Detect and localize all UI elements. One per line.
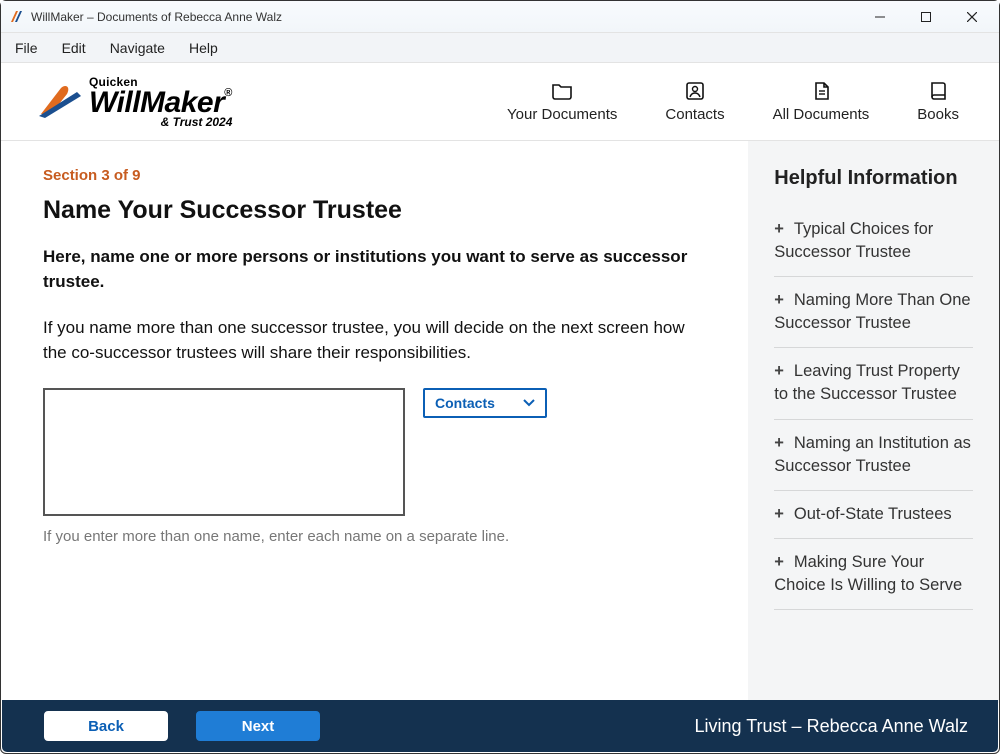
- menu-edit[interactable]: Edit: [62, 40, 86, 56]
- successor-trustee-input[interactable]: [43, 388, 405, 516]
- footer-document-title: Living Trust – Rebecca Anne Walz: [695, 716, 968, 737]
- nav-books[interactable]: Books: [917, 80, 959, 123]
- window-titlebar: WillMaker – Documents of Rebecca Anne Wa…: [1, 1, 999, 33]
- instruction-text: If you name more than one successor trus…: [43, 316, 710, 365]
- window-maximize-button[interactable]: [903, 1, 949, 33]
- menu-help[interactable]: Help: [189, 40, 218, 56]
- menu-file[interactable]: File: [15, 40, 38, 56]
- documents-icon: [810, 80, 832, 102]
- minimize-icon: [875, 12, 885, 22]
- window-minimize-button[interactable]: [857, 1, 903, 33]
- help-item-willing-to-serve[interactable]: +Making Sure Your Choice Is Willing to S…: [774, 539, 973, 610]
- nav-contacts[interactable]: Contacts: [665, 80, 724, 123]
- back-button-label: Back: [88, 718, 124, 735]
- input-hint: If you enter more than one name, enter e…: [43, 528, 710, 545]
- help-item-label: Typical Choices for Successor Trustee: [774, 220, 933, 261]
- nav-your-documents[interactable]: Your Documents: [507, 80, 617, 123]
- footer-bar: Back Next Living Trust – Rebecca Anne Wa…: [2, 700, 998, 752]
- book-icon: [927, 80, 949, 102]
- window-title: WillMaker – Documents of Rebecca Anne Wa…: [31, 10, 282, 24]
- nav-label: Your Documents: [507, 106, 617, 123]
- chevron-down-icon: [523, 399, 535, 407]
- menu-navigate[interactable]: Navigate: [110, 40, 165, 56]
- next-button-label: Next: [242, 718, 275, 735]
- help-item-out-of-state[interactable]: + Out-of-State Trustees: [774, 491, 973, 539]
- close-icon: [967, 12, 977, 22]
- section-indicator: Section 3 of 9: [43, 167, 710, 184]
- plus-icon: +: [774, 505, 784, 523]
- plus-icon: +: [774, 291, 784, 309]
- folder-icon: [551, 80, 573, 102]
- main-panel: Section 3 of 9 Name Your Successor Trust…: [1, 141, 748, 703]
- help-item-more-than-one[interactable]: +Naming More Than One Successor Trustee: [774, 277, 973, 348]
- plus-icon: +: [774, 434, 784, 452]
- plus-icon: +: [774, 362, 784, 380]
- nav-all-documents[interactable]: All Documents: [773, 80, 870, 123]
- next-button[interactable]: Next: [196, 711, 320, 741]
- contacts-dropdown-label: Contacts: [435, 395, 495, 411]
- help-item-label: Leaving Trust Property to the Successor …: [774, 362, 960, 403]
- nav-label: Contacts: [665, 106, 724, 123]
- help-title: Helpful Information: [774, 167, 973, 190]
- content-area: Section 3 of 9 Name Your Successor Trust…: [1, 141, 999, 703]
- help-item-institution[interactable]: +Naming an Institution as Successor Trus…: [774, 420, 973, 491]
- contacts-dropdown[interactable]: Contacts: [423, 388, 547, 418]
- nav-label: All Documents: [773, 106, 870, 123]
- instruction-bold: Here, name one or more persons or instit…: [43, 245, 710, 294]
- window-close-button[interactable]: [949, 1, 995, 33]
- logo-product-text: WillMaker: [89, 88, 224, 118]
- help-item-leaving-property[interactable]: +Leaving Trust Property to the Successor…: [774, 348, 973, 419]
- menubar: File Edit Navigate Help: [1, 33, 999, 63]
- quill-icon: [37, 82, 83, 122]
- help-item-label: Naming More Than One Successor Trustee: [774, 291, 970, 332]
- app-logo: Quicken WillMaker® & Trust 2024: [37, 76, 232, 128]
- maximize-icon: [921, 12, 931, 22]
- help-item-typical-choices[interactable]: +Typical Choices for Successor Trustee: [774, 206, 973, 277]
- help-item-label: Naming an Institution as Successor Trust…: [774, 434, 971, 475]
- help-panel: Helpful Information +Typical Choices for…: [748, 141, 999, 703]
- back-button[interactable]: Back: [44, 711, 168, 741]
- nav-label: Books: [917, 106, 959, 123]
- header-toolbar: Quicken WillMaker® & Trust 2024 Your Doc…: [1, 63, 999, 141]
- help-item-label: Making Sure Your Choice Is Willing to Se…: [774, 553, 962, 594]
- logo-registered-mark: ®: [224, 87, 232, 99]
- help-item-label: Out-of-State Trustees: [794, 505, 952, 523]
- plus-icon: +: [774, 220, 784, 238]
- plus-icon: +: [774, 553, 784, 571]
- page-title: Name Your Successor Trustee: [43, 196, 710, 225]
- app-icon: [9, 9, 25, 25]
- contacts-icon: [684, 80, 706, 102]
